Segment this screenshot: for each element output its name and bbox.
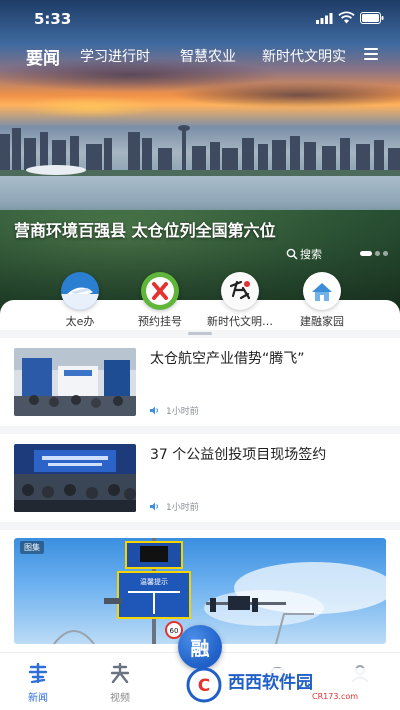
city-skyline-image [0, 125, 400, 178]
menu-icon[interactable] [364, 48, 378, 61]
audio-icon[interactable] [150, 406, 160, 415]
news-title: 太仓航空产业借势“腾飞” [150, 351, 305, 367]
hero-headline[interactable]: 营商环境百强县 太仓位列全国第六位 [14, 217, 276, 241]
search-button[interactable]: 搜索 [286, 246, 322, 262]
tab-xuexi[interactable]: 学习进行时 [80, 46, 150, 66]
watermark-brand: 西西软件园 [228, 672, 313, 693]
news-title: 37 个公益创投项目现场签约 [150, 447, 327, 463]
quick-item-tai-e-ban[interactable]: 太e办 [38, 272, 122, 329]
video-icon [110, 662, 130, 684]
quick-item-appointment[interactable]: 预约挂号 [118, 272, 202, 329]
tab-news[interactable]: 新闻 [18, 662, 58, 704]
carousel-indicator [360, 251, 388, 256]
news-time: 1小时前 [166, 407, 199, 417]
news-thumbnail [14, 444, 136, 512]
watermark-url: CR173.com [312, 692, 358, 701]
news-list-item[interactable]: 37 个公益创投项目现场签约 1小时前 [0, 434, 400, 522]
house-icon [303, 272, 341, 310]
gallery-badge: 图集 [20, 541, 44, 554]
news-thumbnail [14, 348, 136, 416]
audio-icon[interactable] [150, 502, 160, 511]
list-divider [0, 426, 400, 434]
quick-item-jianrong[interactable]: 建融家园 [280, 272, 364, 329]
speed-sign: 60 [170, 627, 179, 635]
tab-label: 新闻 [28, 693, 48, 704]
search-label: 搜索 [300, 248, 322, 261]
carousel-dot[interactable] [360, 251, 372, 256]
status-bar: 5:33 [0, 0, 400, 36]
svg-text:C: C [198, 676, 210, 696]
news-list-item[interactable]: 太仓航空产业借势“腾飞” 1小时前 [0, 338, 400, 426]
battery-icon [360, 12, 384, 24]
section-divider [0, 330, 400, 338]
cellular-signal-icon [316, 13, 333, 24]
news-time: 1小时前 [166, 503, 199, 513]
search-icon [286, 248, 298, 260]
news-meta: 1小时前 [150, 500, 199, 513]
quick-item-label: 预约挂号 [138, 315, 182, 328]
tab-xinshidai[interactable]: 新时代文明实 [262, 46, 346, 66]
news-icon [28, 662, 48, 684]
carousel-dot[interactable] [375, 251, 380, 256]
quick-item-civilization[interactable]: 新时代文明… [198, 272, 282, 329]
sign-text: 温馨提示 [140, 577, 168, 586]
status-time: 5:33 [34, 10, 72, 28]
tab-video[interactable]: 视频 [100, 662, 140, 704]
tab-zhihui-nongye[interactable]: 智慧农业 [180, 46, 236, 66]
hero-cloud [170, 82, 400, 108]
quick-item-label: 太e办 [65, 315, 95, 328]
plane-icon [61, 272, 99, 310]
taicang-logo-icon [221, 272, 259, 310]
category-tab-bar: 要闻 学习进行时 智慧农业 新时代文明实 [0, 40, 400, 72]
tab-yaowen[interactable]: 要闻 [26, 44, 60, 69]
quick-item-label: 新时代文明… [207, 315, 273, 328]
cross-icon [141, 272, 179, 310]
wifi-icon [338, 11, 355, 24]
quick-item-label: 建融家园 [300, 315, 344, 328]
site-watermark: C 西西软件园 CR173.com [186, 667, 378, 703]
hero-sunset-glow [20, 96, 160, 118]
scroll-handle [188, 332, 212, 335]
tab-label: 视频 [110, 693, 130, 704]
carousel-dot[interactable] [383, 251, 388, 256]
tab-overflow-clip: 新时代文明实 [262, 40, 354, 72]
quick-access-bar: 太e办 预约挂号 新时代文明… 建融家园 [0, 272, 400, 340]
list-divider [0, 522, 400, 530]
news-meta: 1小时前 [150, 404, 199, 417]
